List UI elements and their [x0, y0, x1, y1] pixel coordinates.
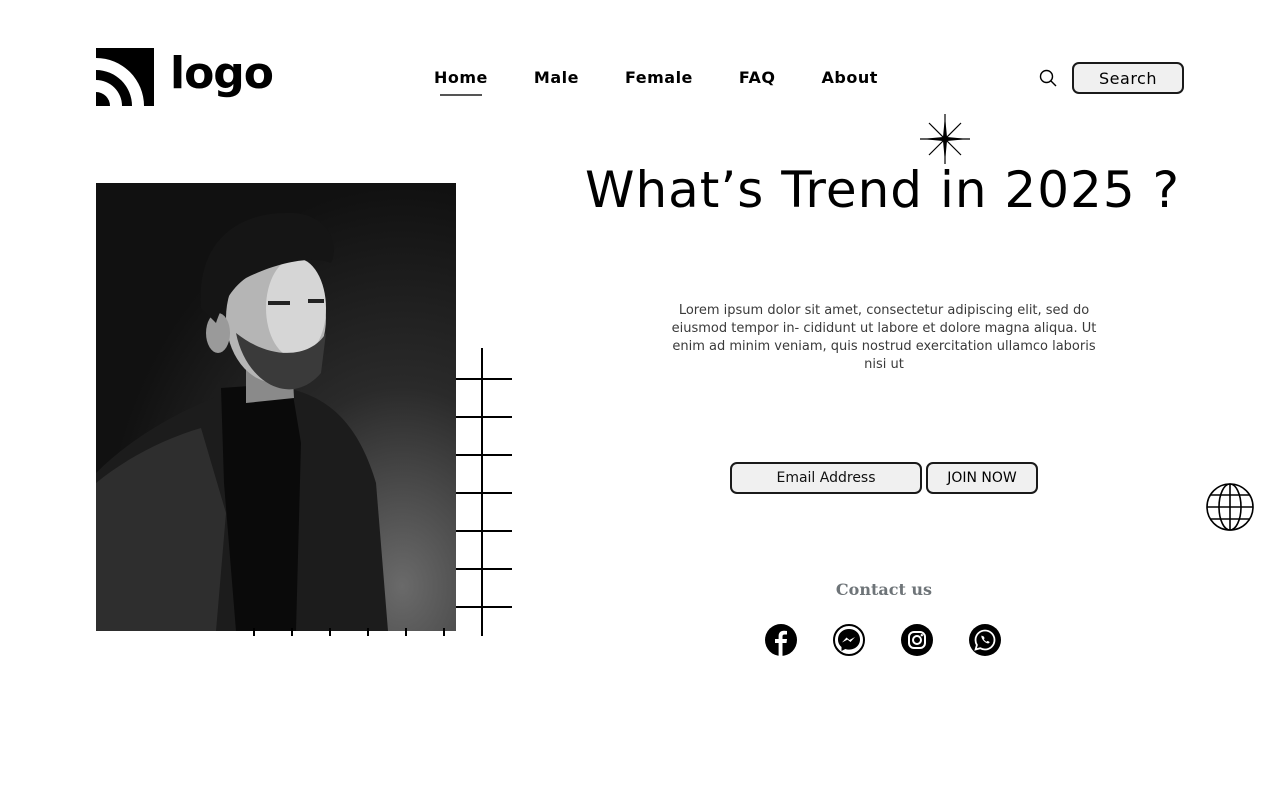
messenger-icon[interactable] [833, 624, 865, 656]
nav-home[interactable]: Home [434, 68, 488, 96]
social-links [765, 624, 1001, 656]
email-field[interactable] [730, 462, 922, 494]
search-icon[interactable] [1039, 69, 1057, 87]
logo-text: logo [170, 48, 274, 99]
logo[interactable]: logo [96, 47, 274, 107]
whatsapp-icon[interactable] [969, 624, 1001, 656]
hero-title: What’s Trend in 2025 ? [585, 161, 1181, 219]
join-now-button[interactable]: JOIN NOW [926, 462, 1038, 494]
logo-mark-icon [96, 48, 154, 106]
main-nav: Home Male Female FAQ About [434, 68, 924, 96]
search-button[interactable]: Search [1072, 62, 1184, 94]
sparkle-icon [920, 114, 970, 164]
decorative-grid [253, 348, 512, 636]
hero-description: Lorem ipsum dolor sit amet, consectetur … [671, 303, 1097, 372]
instagram-icon[interactable] [901, 624, 933, 656]
nav-male[interactable]: Male [534, 68, 579, 87]
globe-icon[interactable] [1205, 482, 1255, 532]
contact-title: Contact us [835, 580, 933, 599]
nav-faq[interactable]: FAQ [739, 68, 776, 87]
nav-female[interactable]: Female [625, 68, 693, 87]
nav-about[interactable]: About [821, 68, 877, 87]
facebook-icon[interactable] [765, 624, 797, 656]
